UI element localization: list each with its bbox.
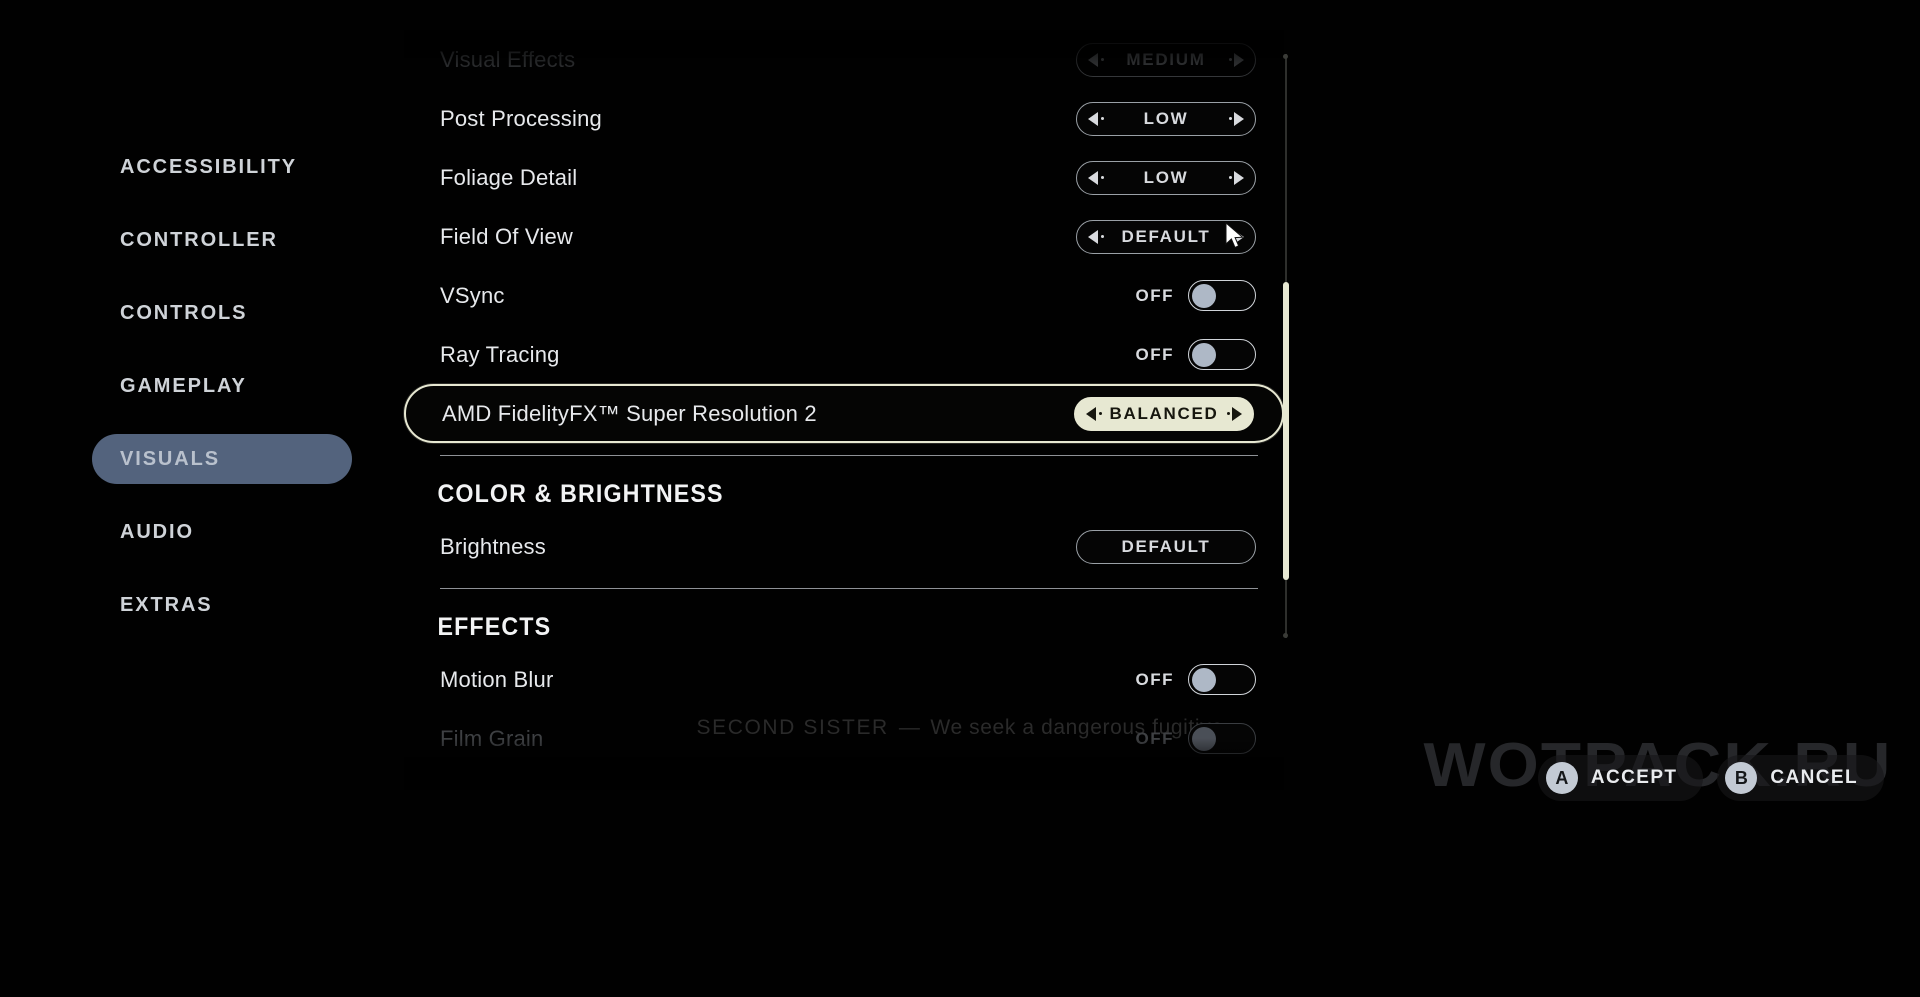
option-stepper[interactable]: BALANCED bbox=[1074, 396, 1254, 431]
setting-row[interactable]: Visual Effects MEDIUM bbox=[404, 30, 1284, 89]
arrow-right-icon[interactable] bbox=[1226, 406, 1242, 421]
toggle-knob bbox=[1192, 667, 1216, 692]
prompt-accept[interactable]: A ACCEPT bbox=[1537, 755, 1704, 801]
option-toggle-group[interactable]: OFF bbox=[1135, 280, 1256, 311]
option-value: LOW bbox=[1143, 108, 1189, 128]
sidebar-item-visuals[interactable]: VISUALS bbox=[92, 434, 352, 484]
arrow-right-icon[interactable] bbox=[1228, 111, 1244, 126]
setting-label: Field Of View bbox=[440, 223, 574, 249]
prompt-cancel[interactable]: B CANCEL bbox=[1717, 755, 1884, 801]
arrow-right-icon[interactable] bbox=[1228, 52, 1244, 67]
prompt-label: CANCEL bbox=[1770, 767, 1858, 788]
toggle-state-label: OFF bbox=[1135, 728, 1174, 748]
option-stepper[interactable]: DEFAULT bbox=[1076, 219, 1256, 254]
prompt-label: ACCEPT bbox=[1590, 767, 1678, 788]
button-prompt-bar: A ACCEPT B CANCEL bbox=[1537, 755, 1884, 801]
option-button[interactable]: DEFAULT bbox=[1076, 529, 1256, 564]
setting-control: MEDIUM bbox=[1076, 42, 1256, 77]
setting-control: LOW bbox=[1076, 160, 1256, 195]
arrow-left-icon[interactable] bbox=[1086, 406, 1102, 421]
arrow-left-icon[interactable] bbox=[1088, 229, 1104, 244]
option-stepper[interactable]: LOW bbox=[1076, 160, 1256, 195]
setting-row[interactable]: Ray Tracing OFF bbox=[404, 325, 1284, 384]
option-value: LOW bbox=[1143, 167, 1189, 187]
settings-panel: Visual Effects MEDIUM Post Processing LOW Fo… bbox=[404, 30, 1284, 790]
option-stepper[interactable]: MEDIUM bbox=[1076, 42, 1256, 77]
section-heading: EFFECTS bbox=[437, 613, 552, 641]
option-value: DEFAULT bbox=[1121, 536, 1211, 556]
setting-label: Foliage Detail bbox=[440, 164, 578, 190]
setting-control: DEFAULT bbox=[1076, 529, 1256, 564]
setting-label: VSync bbox=[440, 282, 505, 308]
setting-label: Visual Effects bbox=[440, 46, 576, 72]
toggle-switch[interactable] bbox=[1188, 664, 1256, 695]
toggle-knob bbox=[1192, 726, 1216, 751]
option-toggle-group[interactable]: OFF bbox=[1135, 664, 1256, 695]
setting-row[interactable]: Film Grain OFF bbox=[404, 709, 1284, 768]
option-toggle-group[interactable]: OFF bbox=[1135, 723, 1256, 754]
setting-label: Brightness bbox=[440, 533, 546, 559]
sidebar-item-label: AUDIO bbox=[120, 520, 194, 543]
setting-control: BALANCED bbox=[1074, 396, 1254, 431]
setting-control: OFF bbox=[1135, 723, 1256, 754]
option-value: BALANCED bbox=[1109, 403, 1219, 423]
setting-row[interactable]: AMD FidelityFX™ Super Resolution 2 BALANC… bbox=[404, 384, 1284, 443]
sidebar-item-label: ACCESSIBILITY bbox=[120, 155, 297, 178]
option-stepper[interactable]: LOW bbox=[1076, 101, 1256, 136]
arrow-left-icon[interactable] bbox=[1088, 52, 1104, 67]
setting-row[interactable]: Foliage Detail LOW bbox=[404, 148, 1284, 207]
toggle-switch[interactable] bbox=[1188, 280, 1256, 311]
toggle-switch[interactable] bbox=[1188, 339, 1256, 370]
arrow-left-icon[interactable] bbox=[1088, 170, 1104, 185]
sidebar-item-gameplay[interactable]: GAMEPLAY bbox=[92, 361, 392, 411]
setting-row[interactable]: Brightness DEFAULT bbox=[404, 517, 1284, 576]
sidebar-item-audio[interactable]: AUDIO bbox=[92, 507, 392, 557]
setting-control: OFF bbox=[1135, 339, 1256, 370]
setting-row[interactable]: VSync OFF bbox=[404, 266, 1284, 325]
setting-label: Film Grain bbox=[440, 725, 544, 751]
arrow-right-icon[interactable] bbox=[1228, 170, 1244, 185]
section-heading: COLOR & BRIGHTNESS bbox=[437, 480, 724, 508]
settings-scrollbar[interactable] bbox=[1283, 54, 1289, 638]
sidebar-item-extras[interactable]: EXTRAS bbox=[92, 580, 392, 630]
sidebar-item-controller[interactable]: CONTROLLER bbox=[92, 215, 392, 265]
settings-list[interactable]: Visual Effects MEDIUM Post Processing LOW Fo… bbox=[404, 30, 1284, 790]
setting-label: Ray Tracing bbox=[440, 341, 560, 367]
setting-row[interactable]: Field Of View DEFAULT bbox=[404, 207, 1284, 266]
sidebar-item-accessibility[interactable]: ACCESSIBILITY bbox=[92, 142, 392, 192]
setting-control: LOW bbox=[1076, 101, 1256, 136]
toggle-knob bbox=[1192, 342, 1216, 367]
sidebar-item-label: CONTROLLER bbox=[120, 228, 278, 251]
option-value: DEFAULT bbox=[1121, 226, 1211, 246]
button-badge-b-icon: B bbox=[1725, 762, 1758, 794]
toggle-state-label: OFF bbox=[1135, 669, 1174, 689]
sidebar-item-controls[interactable]: CONTROLS bbox=[92, 288, 392, 338]
sidebar-item-label: VISUALS bbox=[120, 447, 220, 470]
toggle-state-label: OFF bbox=[1135, 285, 1174, 305]
scrollbar-thumb[interactable] bbox=[1283, 282, 1289, 580]
setting-row[interactable]: Motion Blur OFF bbox=[404, 650, 1284, 709]
toggle-switch[interactable] bbox=[1188, 723, 1256, 754]
setting-control: DEFAULT bbox=[1076, 219, 1256, 254]
setting-row[interactable]: Post Processing LOW bbox=[404, 89, 1284, 148]
option-value: MEDIUM bbox=[1126, 49, 1206, 69]
setting-label: AMD FidelityFX™ Super Resolution 2 bbox=[442, 400, 817, 426]
setting-label: Post Processing bbox=[440, 105, 602, 131]
setting-control: OFF bbox=[1135, 280, 1256, 311]
scrollbar-cap-bottom bbox=[1283, 633, 1288, 638]
settings-sidebar: ACCESSIBILITY CONTROLLER CONTROLS GAMEPLAY V… bbox=[92, 142, 392, 653]
setting-control: OFF bbox=[1135, 664, 1256, 695]
sidebar-item-label: GAMEPLAY bbox=[120, 374, 247, 397]
sidebar-item-label: EXTRAS bbox=[120, 593, 213, 616]
sidebar-item-label: CONTROLS bbox=[120, 301, 248, 324]
toggle-state-label: OFF bbox=[1135, 344, 1174, 364]
arrow-right-icon[interactable] bbox=[1228, 229, 1244, 244]
settings-screen: SECOND SISTER — We seek a dangerous fugiti… bbox=[0, 0, 1920, 997]
setting-label: Motion Blur bbox=[440, 666, 554, 692]
scrollbar-cap-top bbox=[1283, 54, 1288, 59]
button-badge-a-icon: A bbox=[1545, 762, 1578, 794]
toggle-knob bbox=[1192, 283, 1216, 308]
option-toggle-group[interactable]: OFF bbox=[1135, 339, 1256, 370]
arrow-left-icon[interactable] bbox=[1088, 111, 1104, 126]
